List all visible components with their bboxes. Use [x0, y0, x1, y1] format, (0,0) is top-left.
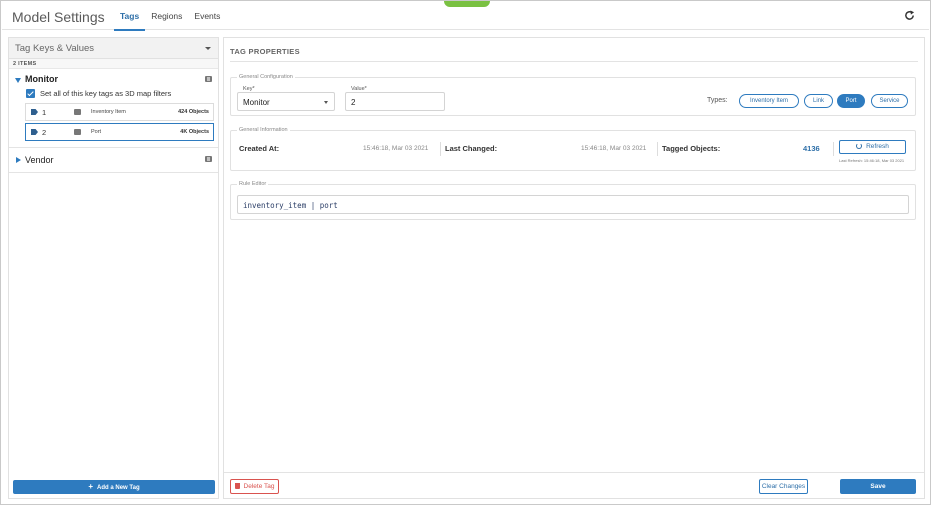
section-label: Rule Editor [237, 181, 269, 187]
type-link[interactable]: Link [804, 94, 833, 108]
expand-arrow-icon[interactable] [16, 157, 21, 163]
add-tag-label: Add a New Tag [97, 485, 140, 491]
tagged-objects-count[interactable]: 4136 [803, 144, 820, 153]
divider [657, 142, 658, 156]
divider [9, 147, 218, 148]
tag-item-1[interactable]: 1 Inventory Item 424 Objects [25, 103, 214, 121]
expand-arrow-icon[interactable] [15, 78, 21, 83]
tag-count: 4K Objects [180, 129, 209, 135]
panel-title: TAG PROPERTIES [230, 47, 300, 56]
map-icon[interactable] [205, 76, 212, 82]
tagged-objects-label: Tagged Objects: [662, 144, 721, 153]
divider [833, 142, 834, 156]
plus-icon: + [88, 482, 94, 491]
types-label: Types: [707, 97, 728, 104]
trash-icon [234, 483, 240, 489]
chevron-down-icon [205, 47, 211, 50]
map-icon[interactable] [74, 129, 81, 135]
tag-number: 2 [42, 128, 47, 137]
clear-changes-button[interactable]: Clear Changes [759, 479, 808, 494]
created-at-value: 15:46:18, Mar 03 2021 [363, 145, 429, 152]
value-input[interactable]: 2 [345, 92, 445, 111]
tag-count: 424 Objects [178, 109, 209, 115]
divider [440, 142, 441, 156]
divider [224, 472, 924, 473]
rule-editor-section: Rule Editor inventory_item | port [230, 181, 916, 220]
tab-events[interactable]: Events [188, 2, 226, 30]
section-label: General Information [237, 127, 290, 133]
rule-input[interactable]: inventory_item | port [237, 195, 909, 214]
page-title: Model Settings [12, 9, 105, 25]
refresh-icon [856, 143, 863, 149]
divider [9, 172, 218, 173]
tag-keys-dropdown[interactable]: Tag Keys & Values [9, 38, 218, 59]
value-text: 2 [351, 98, 356, 107]
map-filter-label: Set all of this key tags as 3D map filte… [40, 89, 172, 98]
type-inventory-item[interactable]: Inventory Item [739, 94, 799, 108]
type-port[interactable]: Port [837, 94, 865, 108]
tag-keys-dropdown-label: Tag Keys & Values [15, 43, 95, 54]
map-filter-checkbox[interactable] [26, 89, 35, 98]
item-count: 2 ITEMS [9, 59, 218, 69]
created-at-label: Created At: [239, 144, 280, 153]
tag-item-2[interactable]: 2 Port 4K Objects [25, 123, 214, 141]
group-monitor[interactable]: Monitor [9, 71, 218, 87]
add-tag-button[interactable]: + Add a New Tag [13, 480, 215, 494]
map-icon[interactable] [74, 109, 81, 115]
tag-number: 1 [42, 108, 47, 117]
key-value: Monitor [243, 98, 270, 107]
tag-properties-panel: TAG PROPERTIES General Configuration Key… [223, 37, 925, 499]
tab-tags[interactable]: Tags [114, 2, 146, 31]
chevron-down-icon [324, 101, 328, 104]
last-changed-value: 15:46:18, Mar 03 2021 [581, 145, 647, 152]
tag-name: Inventory Item [91, 109, 126, 115]
section-label: General Configuration [237, 74, 295, 80]
tag-icon [31, 109, 38, 115]
rule-text: inventory_item | port [243, 201, 338, 210]
tab-regions[interactable]: Regions [145, 2, 188, 30]
group-vendor[interactable]: Vendor [9, 152, 218, 168]
delete-label: Delete Tag [243, 483, 275, 490]
last-changed-label: Last Changed: [445, 144, 498, 153]
tab-bar: Tags Regions Events [114, 2, 226, 31]
tag-name: Port [91, 129, 102, 135]
map-icon[interactable] [205, 156, 212, 162]
group-title: Monitor [25, 74, 58, 84]
refresh-button[interactable]: Refresh [839, 140, 906, 154]
general-information-section: General Information Created At: 15:46:18… [230, 127, 916, 171]
tag-icon [31, 129, 38, 135]
refresh-label: Refresh [866, 143, 889, 150]
app-window: Model Settings Tags Regions Events Tag K… [0, 0, 931, 505]
group-title: Vendor [25, 155, 54, 165]
type-service[interactable]: Service [871, 94, 908, 108]
divider [230, 61, 918, 62]
tag-list-panel: Tag Keys & Values 2 ITEMS Monitor Set al… [8, 37, 219, 499]
header-bar: Model Settings Tags Regions Events [2, 2, 929, 31]
map-filter-option: Set all of this key tags as 3D map filte… [9, 87, 218, 103]
delete-tag-button[interactable]: Delete Tag [230, 479, 279, 494]
last-refresh-text: Last Refresh: 15:46:18, Mar 03 2021 [839, 158, 905, 163]
refresh-icon[interactable] [904, 10, 915, 21]
key-select[interactable]: Monitor [237, 92, 335, 111]
general-configuration-section: General Configuration Key* Monitor Value… [230, 74, 916, 116]
save-button[interactable]: Save [840, 479, 916, 494]
